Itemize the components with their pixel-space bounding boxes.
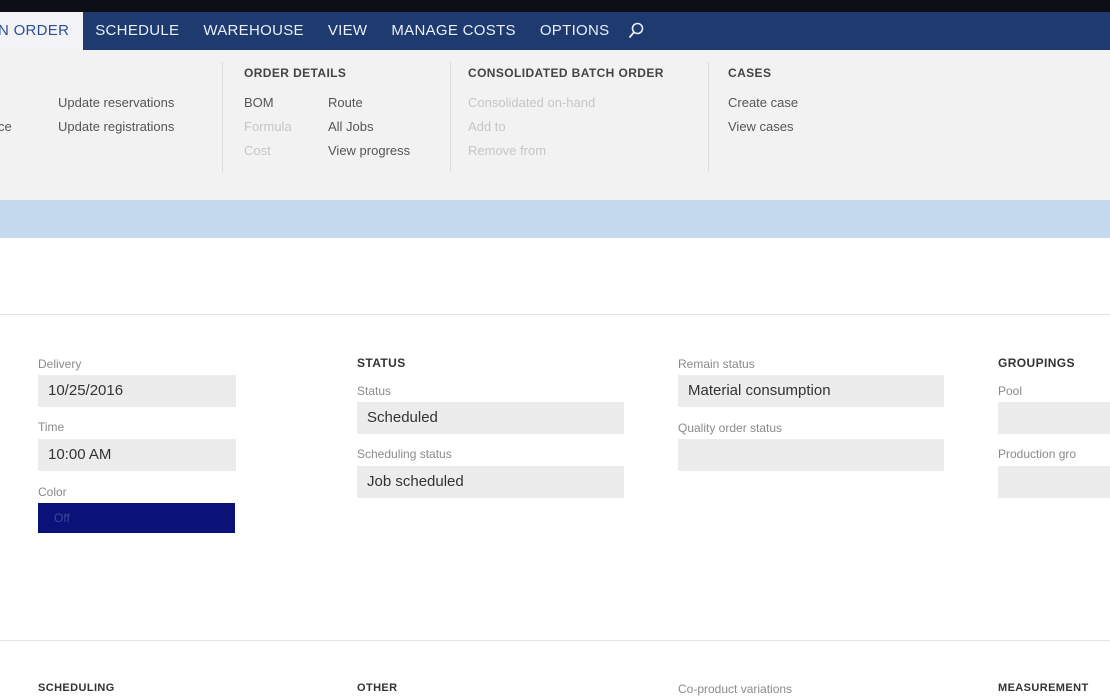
delivery-date-field[interactable]: 10/25/2016 (38, 375, 236, 407)
ribbon-group-partial: l ce (0, 91, 12, 139)
time-label: Time (38, 420, 65, 434)
cases-heading: CASES (728, 66, 772, 80)
view-progress-button[interactable]: View progress (328, 139, 410, 163)
top-strip (0, 0, 1110, 12)
route-button[interactable]: Route (328, 91, 410, 115)
co-product-variations-label: Co-product variations (678, 682, 793, 696)
view-cases-button[interactable]: View cases (728, 115, 798, 139)
ribbon-divider (222, 62, 223, 172)
message-bar (0, 200, 1110, 238)
status-label: Status (357, 384, 392, 398)
update-reservations-button[interactable]: Update reservations (58, 91, 174, 115)
update-registrations-button[interactable]: Update registrations (58, 115, 174, 139)
remain-status-field[interactable]: Material consumption (678, 375, 944, 407)
consolidated-on-hand-button[interactable]: Consolidated on-hand (468, 91, 664, 115)
search-icon[interactable] (625, 12, 647, 50)
production-group-label: Production gro (998, 447, 1077, 461)
remove-from-button[interactable]: Remove from (468, 139, 664, 163)
remain-status-label: Remain status (678, 357, 755, 371)
formula-button[interactable]: Formula (244, 115, 328, 139)
scheduling-status-label: Scheduling status (357, 447, 452, 461)
scheduling-heading: SCHEDULING (38, 682, 115, 694)
all-jobs-button[interactable]: All Jobs (328, 115, 410, 139)
groupings-heading: GROUPINGS (998, 356, 1075, 370)
order-details-columns: BOM Formula Cost Route All Jobs View pro… (244, 91, 410, 163)
tab-warehouse[interactable]: WAREHOUSE (191, 12, 316, 50)
production-group-field[interactable] (998, 466, 1110, 498)
time-field[interactable]: 10:00 AM (38, 439, 236, 471)
pool-field[interactable] (998, 402, 1110, 434)
delivery-label: Delivery (38, 357, 82, 371)
ribbon-item-partial-1[interactable]: l (0, 91, 12, 115)
ribbon-divider (708, 62, 709, 172)
status-heading: STATUS (357, 356, 406, 370)
ribbon-group-consolidated-batch-order: CONSOLIDATED BATCH ORDER Consolidated on… (468, 66, 664, 163)
other-heading: OTHER (357, 682, 398, 694)
ribbon-group-reservations: Update reservations Update registrations (58, 91, 174, 139)
status-field[interactable]: Scheduled (357, 402, 624, 434)
tab-options[interactable]: OPTIONS (528, 12, 622, 50)
tab-manage-costs[interactable]: MANAGE COSTS (379, 12, 527, 50)
quality-order-status-field[interactable] (678, 439, 944, 471)
create-case-button[interactable]: Create case (728, 91, 798, 115)
consolidated-batch-order-heading: CONSOLIDATED BATCH ORDER (468, 66, 664, 80)
add-to-button[interactable]: Add to (468, 115, 664, 139)
color-swatch[interactable]: Off (38, 503, 235, 533)
order-details-heading: ORDER DETAILS (244, 66, 347, 80)
color-label: Color (38, 485, 67, 499)
pool-label: Pool (998, 384, 1023, 398)
tab-production-order[interactable]: ON ORDER (0, 12, 84, 50)
quality-order-status-label: Quality order status (678, 421, 783, 435)
ribbon-divider (450, 62, 451, 172)
ribbon-group-cases: CASES Create case View cases (728, 66, 798, 139)
cost-button[interactable]: Cost (244, 139, 328, 163)
ribbon-item-partial-2[interactable]: ce (0, 115, 12, 139)
tab-view[interactable]: VIEW (316, 12, 380, 50)
bom-button[interactable]: BOM (244, 91, 328, 115)
scheduling-status-field[interactable]: Job scheduled (357, 466, 624, 498)
tab-schedule[interactable]: SCHEDULE (83, 12, 191, 50)
section-divider (0, 640, 1110, 641)
ribbon-group-order-details: ORDER DETAILS BOM Formula Cost Route All… (244, 66, 410, 163)
section-divider (0, 314, 1110, 315)
measurement-heading: MEASUREMENT (998, 682, 1089, 694)
tab-bar: ON ORDER SCHEDULE WAREHOUSE VIEW MANAGE … (0, 12, 1110, 50)
